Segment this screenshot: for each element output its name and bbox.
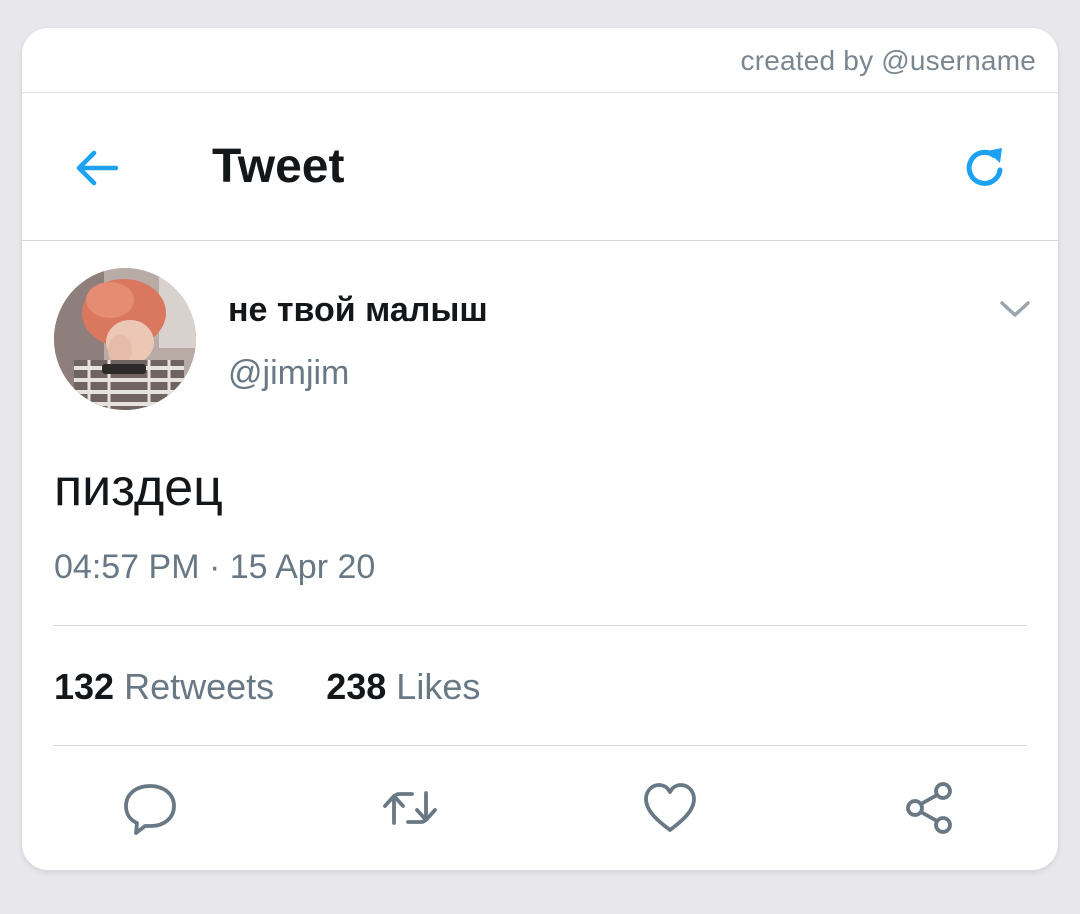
divider	[54, 625, 1026, 626]
tweet-text: пиздец	[54, 459, 223, 517]
header-bar: Tweet	[22, 93, 1058, 241]
likes-label[interactable]: Likes	[396, 666, 480, 707]
retweets-count[interactable]: 132	[54, 666, 114, 707]
tweet-stats: 132 Retweets 238 Likes	[54, 666, 480, 708]
tweet-card: created by @username Tweet не твой малыш…	[22, 28, 1058, 870]
reply-icon[interactable]	[120, 778, 180, 838]
divider	[54, 745, 1026, 746]
credit-text: created by @username	[740, 45, 1036, 76]
avatar[interactable]	[54, 268, 196, 410]
share-icon[interactable]	[900, 778, 960, 838]
page-title: Tweet	[212, 140, 345, 193]
display-name[interactable]: не твой малыш	[228, 291, 488, 330]
heart-icon[interactable]	[640, 778, 700, 838]
refresh-icon[interactable]	[960, 143, 1010, 193]
back-arrow-icon[interactable]	[72, 143, 122, 193]
chevron-down-icon[interactable]	[997, 296, 1033, 322]
retweet-icon[interactable]	[380, 778, 440, 838]
likes-count[interactable]: 238	[326, 666, 386, 707]
tweet-timestamp: 04:57 PM · 15 Apr 20	[54, 548, 376, 586]
credit-bar: created by @username	[22, 28, 1058, 93]
user-handle[interactable]: @jimjim	[228, 354, 349, 393]
retweets-label[interactable]: Retweets	[124, 666, 274, 707]
